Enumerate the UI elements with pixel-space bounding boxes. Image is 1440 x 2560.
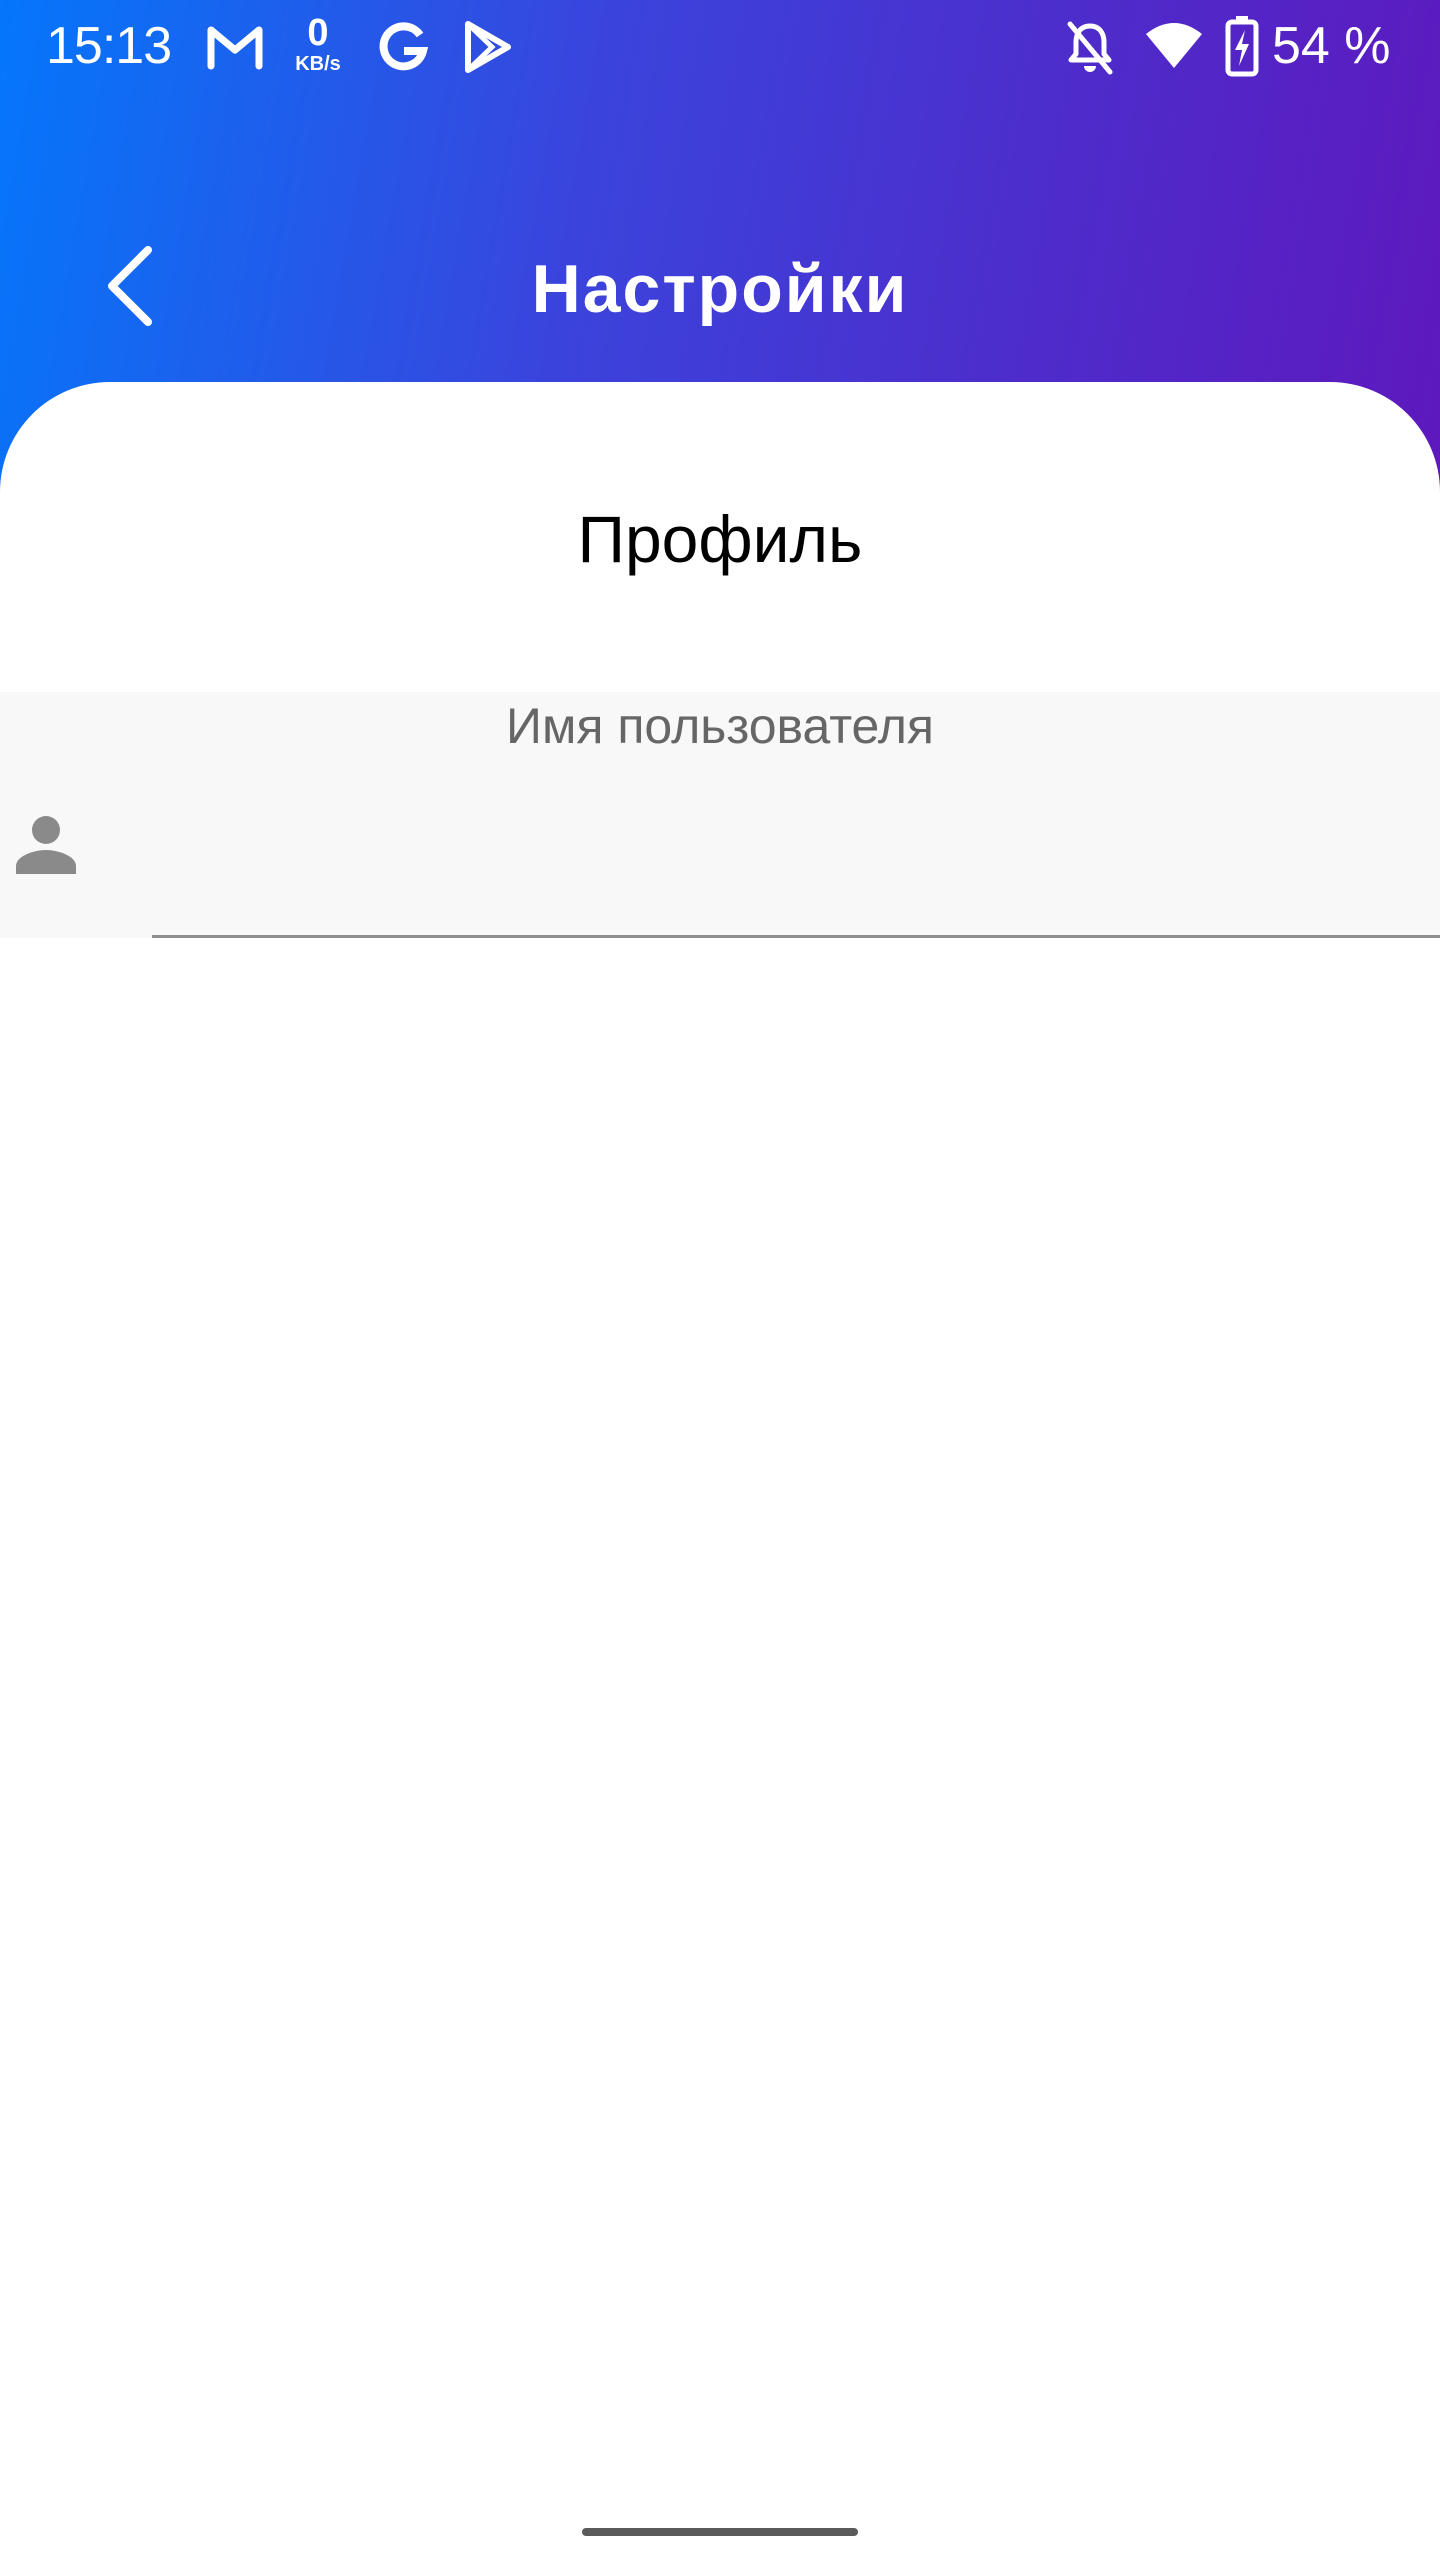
wifi-icon: [1146, 23, 1202, 68]
username-field-underline: [152, 935, 1440, 938]
battery-percent: 54 %: [1272, 17, 1391, 75]
status-time: 15:13: [46, 17, 172, 75]
person-icon: [16, 816, 76, 874]
username-field-label: Имя пользователя: [506, 698, 934, 754]
google-icon: [379, 22, 429, 71]
battery-charging-icon: [1225, 16, 1259, 77]
network-speed-value: 0: [307, 12, 329, 54]
network-speed-unit: KB/s: [295, 53, 341, 75]
status-bar: 15:13 0 KB/s 54 %: [0, 0, 1440, 96]
network-speed-indicator: 0 KB/s: [286, 14, 350, 78]
username-input[interactable]: [152, 780, 1422, 930]
gesture-navigation-handle[interactable]: [582, 2528, 858, 2536]
notifications-off-icon: [1067, 21, 1113, 75]
section-title-profile: Профиль: [577, 502, 863, 576]
gmail-icon: [207, 26, 263, 70]
page-title: Настройки: [531, 251, 909, 327]
play-store-icon: [465, 21, 511, 73]
